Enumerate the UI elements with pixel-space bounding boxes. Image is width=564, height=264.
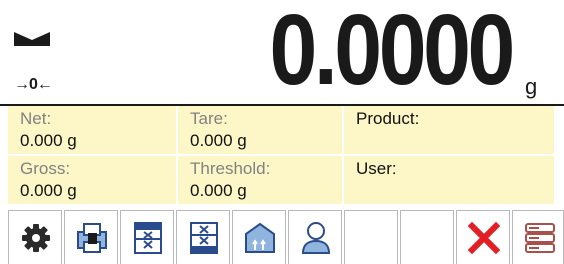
database-button[interactable] (512, 210, 564, 264)
threshold-icon (134, 222, 162, 254)
net-value: 0.000 g (20, 131, 77, 150)
products-button[interactable] (232, 210, 286, 264)
cancel-button[interactable] (456, 210, 510, 264)
weight-reading: 0.0000 (269, 0, 516, 106)
threshold-value: 0.000 g (190, 181, 247, 200)
gross-label: Gross: (20, 159, 71, 178)
user-label: User: (356, 159, 397, 178)
tare-field: Tare: 0.000 g (178, 106, 344, 156)
function-toolbar (8, 210, 564, 264)
net-label: Net: (20, 109, 52, 128)
threshold-field: Threshold: 0.000 g (178, 156, 344, 206)
user-field[interactable]: User: (344, 156, 556, 206)
stable-indicator-icon (14, 32, 50, 46)
tare-value: 0.000 g (190, 131, 247, 150)
settings-button[interactable] (8, 210, 62, 264)
user-icon (301, 222, 331, 254)
net-field: Net: 0.000 g (8, 106, 178, 156)
threshold-button-2[interactable] (176, 210, 230, 264)
tare-label: Tare: (190, 109, 228, 128)
product-label: Product: (356, 109, 420, 128)
database-icon (525, 223, 555, 253)
gross-field: Gross: 0.000 g (8, 156, 178, 206)
product-database-icon (245, 222, 275, 253)
product-field[interactable]: Product: (344, 106, 556, 156)
settings-gear-icon (22, 224, 50, 252)
printer-icon (77, 223, 107, 253)
threshold-label: Threshold: (190, 159, 271, 178)
print-button[interactable] (64, 210, 118, 264)
users-button[interactable] (288, 210, 342, 264)
threshold-icon (190, 222, 218, 254)
cancel-x-icon (467, 221, 501, 255)
weight-unit[interactable]: g (525, 74, 537, 100)
empty-button-2[interactable] (400, 210, 454, 264)
threshold-button-1[interactable] (120, 210, 174, 264)
gross-value: 0.000 g (20, 181, 77, 200)
info-panel: Net: 0.000 g Tare: 0.000 g Product: Gros… (8, 106, 556, 206)
zero-indicator: →0← (14, 76, 53, 93)
weight-display: →0← 0.0000 g (0, 0, 564, 106)
empty-button-1[interactable] (344, 210, 398, 264)
